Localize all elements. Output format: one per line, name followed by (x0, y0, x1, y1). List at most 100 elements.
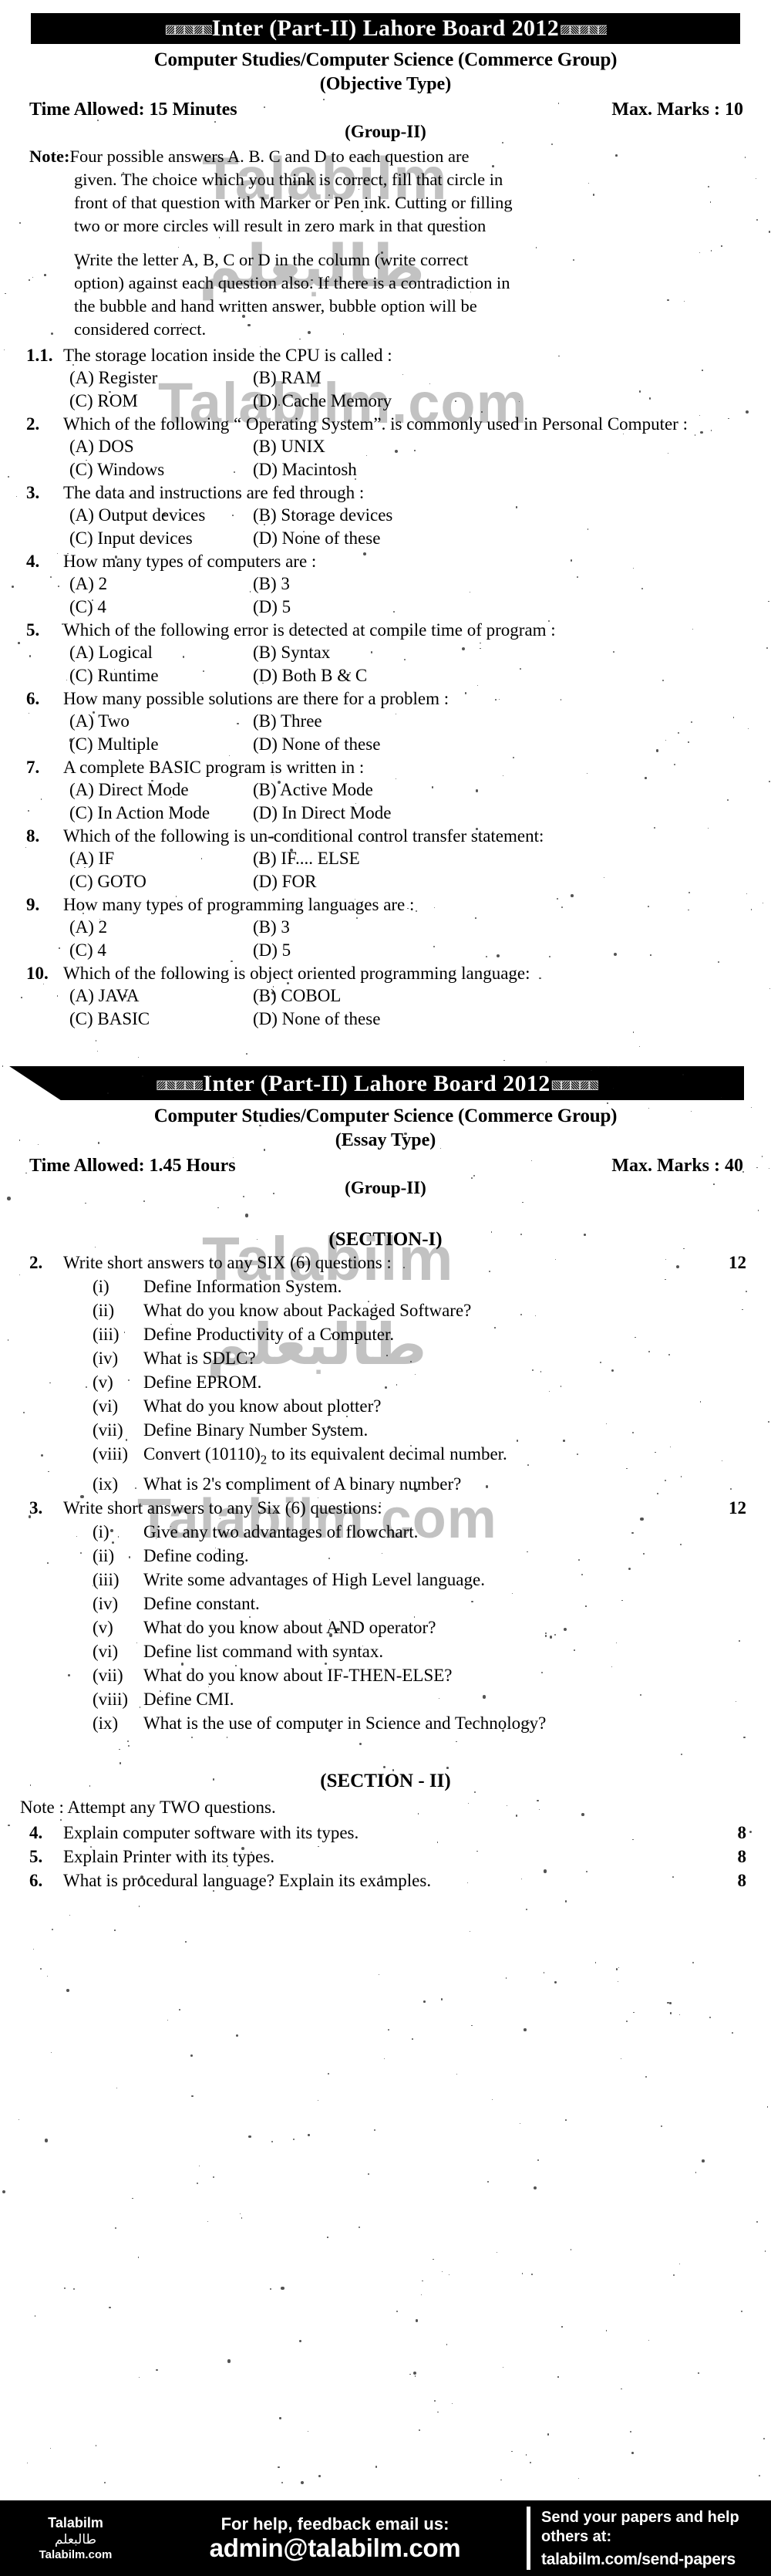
question-marks: 12 (729, 1253, 746, 1272)
mcq-options-row: (A) IF (B) IF.... ELSE (20, 847, 752, 870)
note-line-1: Note:Four possible answers A. B. C and D… (29, 145, 748, 168)
mcq-option-a[interactable]: (A) 2 (69, 572, 253, 596)
footer-send-url-link[interactable]: talabilm.com/send-papers (541, 2551, 771, 2569)
essay-banner: ▨▧▨▧▨Inter (Part-II) Lahore Board 2012▧▨… (9, 1066, 744, 1100)
mcq-option-a[interactable]: (A) Direct Mode (69, 778, 253, 802)
mcq-option-b[interactable]: (B) IF.... ELSE (253, 847, 594, 870)
sub-question: (ii) Define coding. (0, 1544, 771, 1568)
sub-question-text: What is 2's compliment of A binary numbe… (143, 1474, 462, 1494)
mcq-number: 6. (26, 689, 40, 708)
footer-brand[interactable]: Talabilm طالبعلم Talabilm.com (0, 2500, 151, 2576)
footer-email-link[interactable]: admin@talabilm.com (210, 2534, 461, 2563)
mcq-option-a[interactable]: (A) 2 (69, 916, 253, 939)
mcq-option-a[interactable]: (A) JAVA (69, 984, 253, 1008)
mcq-number: 7. (26, 758, 40, 777)
mcq-options-row: (C) Windows (D) Macintosh (20, 458, 752, 481)
footer-brand-name: Talabilm (48, 2515, 103, 2530)
mcq-options-row: (C) In Action Mode (D) In Direct Mode (20, 802, 752, 825)
mcq-option-b[interactable]: (B) Syntax (253, 641, 594, 664)
mcq-options-row: (C) Multiple (D) None of these (20, 733, 752, 756)
mcq-options-row: (C) GOTO (D) FOR (20, 870, 752, 893)
mcq-option-b[interactable]: (B) Three (253, 710, 594, 733)
mcq-option-b[interactable]: (B) Storage devices (253, 504, 594, 527)
mcq-number: 1.1. (26, 346, 53, 365)
sub-question-text: Define coding. (143, 1545, 249, 1565)
sub-question-roman: (vii) (93, 1420, 123, 1440)
mcq-option-b[interactable]: (B) UNIX (253, 435, 594, 458)
mcq-option-d[interactable]: (D) Macintosh (253, 458, 594, 481)
mcq-option-d[interactable]: (D) None of these (253, 733, 594, 756)
question-marks: 8 (737, 1846, 747, 1866)
objective-meta-row: Time Allowed: 15 Minutes Max. Marks : 10 (0, 95, 771, 120)
mcq-option-c[interactable]: (C) Windows (69, 458, 253, 481)
mcq-option-b[interactable]: (B) Active Mode (253, 778, 594, 802)
mcq-option-b[interactable]: (B) COBOL (253, 984, 594, 1008)
sub-question-text: What do you know about IF-THEN-ELSE? (143, 1665, 453, 1685)
banner-decoration-left: ▨▧▨▧▨ (156, 1079, 203, 1092)
sub-question-roman: (vi) (93, 1641, 119, 1661)
mcq-option-d[interactable]: (D) In Direct Mode (253, 802, 594, 825)
footer-send-label-line2: others at: (541, 2527, 612, 2545)
mcq-option-d[interactable]: (D) FOR (253, 870, 594, 893)
mcq-options-row: (A) Logical (B) Syntax (20, 641, 752, 664)
mcq-stem: Which of the following error is detected… (63, 620, 556, 640)
mcq-option-a[interactable]: (A) Register (69, 366, 253, 390)
mcq-option-a[interactable]: (A) Two (69, 710, 253, 733)
sub-question-text-post: to its equivalent decimal number. (267, 1444, 507, 1464)
mcq-option-d[interactable]: (D) None of these (253, 1008, 594, 1031)
mcq-options-row: (A) Register (B) RAM (20, 366, 752, 390)
objective-group: (Group-II) (345, 122, 426, 141)
mcq-options-row: (C) BASIC (D) None of these (20, 1008, 752, 1031)
sub-question: (i) Define Information System. (0, 1274, 771, 1298)
mcq-question: 5. Which of the following error is detec… (20, 619, 752, 641)
mcq-option-d[interactable]: (D) 5 (253, 596, 594, 619)
question-text: Explain computer software with its types… (63, 1822, 359, 1842)
sub-question: (i) Give any two advantages of flowchart… (0, 1520, 771, 1544)
mcq-stem: The storage location inside the CPU is c… (63, 346, 392, 365)
sub-question-text: Write some advantages of High Level lang… (143, 1569, 485, 1589)
essay-subject: Computer Studies/Computer Science (Comme… (153, 1106, 618, 1126)
mcq-option-b[interactable]: (B) RAM (253, 366, 594, 390)
question-number: 4. (29, 1822, 43, 1842)
mcq-option-a[interactable]: (A) IF (69, 847, 253, 870)
mcq-option-a[interactable]: (A) Output devices (69, 504, 253, 527)
footer-help-label: For help, feedback email us: (221, 2514, 449, 2534)
mcq-option-c[interactable]: (C) BASIC (69, 1008, 253, 1031)
sub-question-text: Define Binary Number System. (143, 1420, 369, 1440)
question-number: 5. (29, 1846, 43, 1866)
note-line-4: two or more circles will result in zero … (74, 216, 487, 235)
site-footer-bar: Talabilm طالبعلم Talabilm.com For help, … (0, 2500, 771, 2576)
mcq-option-c[interactable]: (C) 4 (69, 596, 253, 619)
mcq-option-d[interactable]: (D) 5 (253, 939, 594, 962)
mcq-option-a[interactable]: (A) Logical (69, 641, 253, 664)
sub-question-roman: (i) (93, 1277, 109, 1296)
mcq-option-d[interactable]: (D) Both B & C (253, 664, 594, 687)
mcq-option-c[interactable]: (C) Runtime (69, 664, 253, 687)
mcq-question: 1.1. The storage location inside the CPU… (20, 344, 752, 366)
mcq-option-b[interactable]: (B) 3 (253, 572, 594, 596)
mcq-option-a[interactable]: (A) DOS (69, 435, 253, 458)
mcq-option-c[interactable]: (C) GOTO (69, 870, 253, 893)
mcq-option-c[interactable]: (C) Multiple (69, 733, 253, 756)
mcq-option-d[interactable]: (D) None of these (253, 527, 594, 550)
mcq-stem: Which of the following is un-conditional… (63, 826, 544, 846)
sub-question-text: What do you know about plotter? (143, 1396, 382, 1416)
sub-question-roman: (ii) (93, 1545, 115, 1565)
mcq-stem: How many types of programming languages … (63, 895, 415, 914)
mcq-option-c[interactable]: (C) Input devices (69, 527, 253, 550)
mcq-option-d[interactable]: (D) Cache Memory (253, 390, 594, 413)
mcq-option-c[interactable]: (C) 4 (69, 939, 253, 962)
question-number: 3. (29, 1497, 43, 1518)
sub-question: (ix) What is the use of computer in Scie… (0, 1711, 771, 1735)
mcq-option-c[interactable]: (C) ROM (69, 390, 253, 413)
footer-brand-site[interactable]: Talabilm.com (39, 2548, 113, 2561)
question-marks: 12 (729, 1497, 746, 1518)
mcq-options-row: (A) JAVA (B) COBOL (20, 984, 752, 1008)
mcq-option-b[interactable]: (B) 3 (253, 916, 594, 939)
sub-question-roman: (i) (93, 1521, 109, 1541)
sub-question-roman: (iii) (93, 1569, 120, 1589)
mcq-option-c[interactable]: (C) In Action Mode (69, 802, 253, 825)
note-line-6: option) against each question also. If t… (74, 273, 510, 292)
banner-decoration-right: ▨▧▨▧▨ (559, 23, 607, 37)
mcq-options-row: (C) ROM (D) Cache Memory (20, 390, 752, 413)
